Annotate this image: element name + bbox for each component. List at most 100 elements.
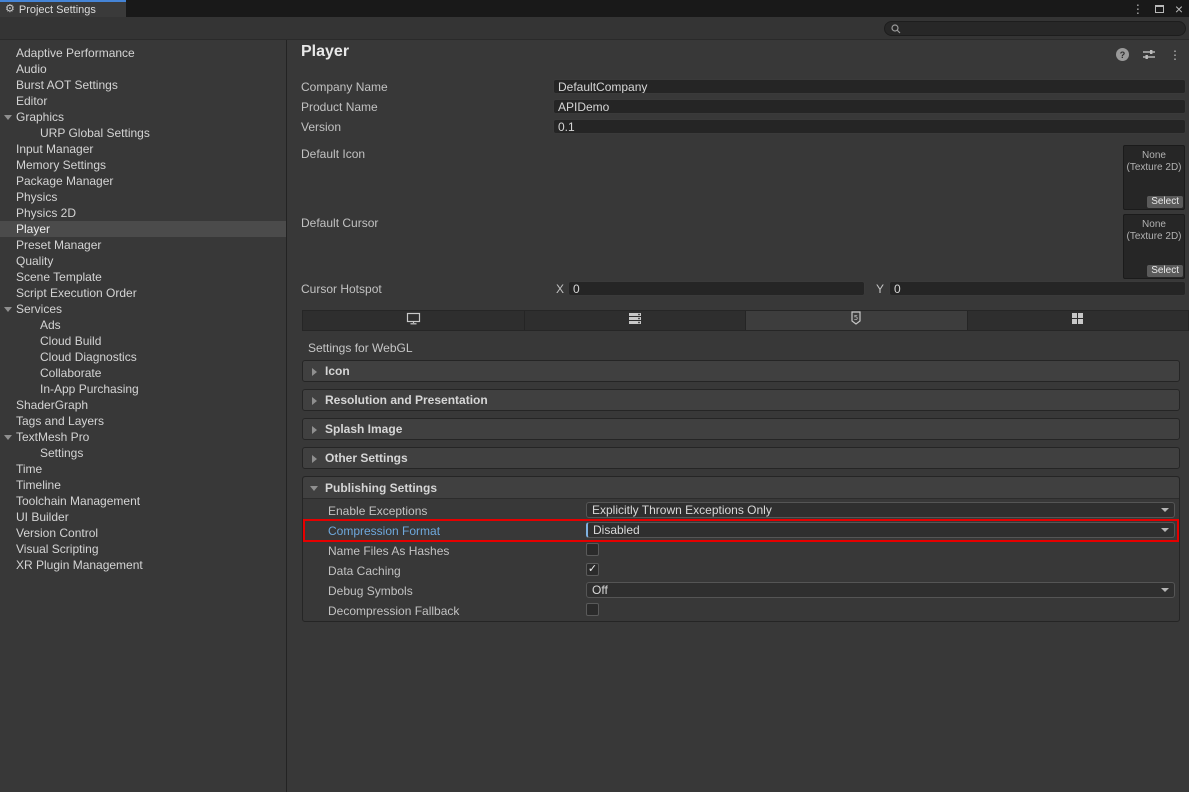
sidebar-item-label: Input Manager xyxy=(16,142,93,156)
tab-project-settings[interactable]: ⚙ Project Settings xyxy=(0,0,126,17)
section-header-icon[interactable]: Icon xyxy=(302,360,1180,382)
windows-icon xyxy=(1071,312,1084,330)
sidebar-item-input-manager[interactable]: Input Manager xyxy=(0,141,286,157)
dropdown-compression-format[interactable]: Disabled xyxy=(586,522,1175,538)
sidebar-item-settings[interactable]: Settings xyxy=(0,445,286,461)
sidebar-item-timeline[interactable]: Timeline xyxy=(0,477,286,493)
texture-value-line: (Texture 2D) xyxy=(1124,162,1184,174)
foldout-closed-icon xyxy=(312,368,317,376)
window-tab-label: Project Settings xyxy=(19,4,96,16)
sidebar-item-in-app-purchasing[interactable]: In-App Purchasing xyxy=(0,381,286,397)
sidebar-item-cloud-diagnostics[interactable]: Cloud Diagnostics xyxy=(0,349,286,365)
sidebar-item-ui-builder[interactable]: UI Builder xyxy=(0,509,286,525)
sidebar-item-package-manager[interactable]: Package Manager xyxy=(0,173,286,189)
field-row-company-name: Company Name xyxy=(288,79,1189,95)
sidebar-item-audio[interactable]: Audio xyxy=(0,61,286,77)
sidebar-item-services[interactable]: Services xyxy=(0,301,286,317)
sidebar-item-label: Ads xyxy=(40,318,61,332)
sidebar-item-label: Scene Template xyxy=(16,270,102,284)
section-header-publishing-settings[interactable]: Publishing Settings xyxy=(303,477,1179,499)
search-box[interactable] xyxy=(884,21,1186,36)
sidebar-item-visual-scripting[interactable]: Visual Scripting xyxy=(0,541,286,557)
sidebar-item-physics-2d[interactable]: Physics 2D xyxy=(0,205,286,221)
dropdown-debug-symbols[interactable]: Off xyxy=(586,582,1175,598)
sidebar-item-label: Memory Settings xyxy=(16,158,106,172)
default-icon-field[interactable]: None (Texture 2D) Select xyxy=(1123,145,1185,210)
setting-label-compression-format: Compression Format xyxy=(328,524,440,538)
sidebar-item-toolchain-management[interactable]: Toolchain Management xyxy=(0,493,286,509)
setting-row-decompression-fallback: Decompression Fallback xyxy=(303,601,1179,621)
sidebar-item-quality[interactable]: Quality xyxy=(0,253,286,269)
sidebar-item-cloud-build[interactable]: Cloud Build xyxy=(0,333,286,349)
sidebar-item-tags-and-layers[interactable]: Tags and Layers xyxy=(0,413,286,429)
sidebar-item-memory-settings[interactable]: Memory Settings xyxy=(0,157,286,173)
help-icon[interactable]: ? xyxy=(1116,48,1129,61)
sidebar-item-label: Tags and Layers xyxy=(16,414,104,428)
foldout-closed-icon xyxy=(312,426,317,434)
sidebar-item-version-control[interactable]: Version Control xyxy=(0,525,286,541)
setting-row-enable-exceptions: Enable ExceptionsExplicitly Thrown Excep… xyxy=(303,501,1179,521)
sidebar-item-label: In-App Purchasing xyxy=(40,382,139,396)
sidebar-item-label: Timeline xyxy=(16,478,61,492)
sidebar-item-time[interactable]: Time xyxy=(0,461,286,477)
window-menu-icon[interactable]: ⋮ xyxy=(1132,3,1144,15)
toolbar xyxy=(0,17,1189,40)
sidebar-item-textmesh-pro[interactable]: TextMesh Pro xyxy=(0,429,286,445)
close-icon[interactable]: × xyxy=(1175,2,1183,16)
sidebar-item-graphics[interactable]: Graphics xyxy=(0,109,286,125)
sidebar-item-label: Time xyxy=(16,462,42,476)
field-row-product-name: Product Name xyxy=(288,99,1189,115)
hotspot-x-input[interactable] xyxy=(568,281,865,296)
field-input-product-name[interactable] xyxy=(553,99,1186,114)
maximize-icon[interactable] xyxy=(1155,5,1164,13)
sidebar-item-label: URP Global Settings xyxy=(40,126,150,140)
platform-tab-windows-store[interactable] xyxy=(968,311,1189,330)
sidebar-item-burst-aot-settings[interactable]: Burst AOT Settings xyxy=(0,77,286,93)
sidebar-item-label: Graphics xyxy=(16,110,64,124)
sidebar-item-shadergraph[interactable]: ShaderGraph xyxy=(0,397,286,413)
sidebar-item-label: Audio xyxy=(16,62,47,76)
field-input-company-name[interactable] xyxy=(553,79,1186,94)
section-header-other-settings[interactable]: Other Settings xyxy=(302,447,1180,469)
sidebar-item-label: TextMesh Pro xyxy=(16,430,89,444)
sidebar-item-xr-plugin-management[interactable]: XR Plugin Management xyxy=(0,557,286,573)
section-publishing-settings: Publishing SettingsEnable ExceptionsExpl… xyxy=(302,476,1180,622)
monitor-icon xyxy=(406,312,421,330)
sidebar-item-script-execution-order[interactable]: Script Execution Order xyxy=(0,285,286,301)
panel-menu-icon[interactable]: ⋮ xyxy=(1169,49,1181,61)
section-title: Splash Image xyxy=(325,422,402,436)
sidebar-item-preset-manager[interactable]: Preset Manager xyxy=(0,237,286,253)
setting-row-data-caching: Data Caching ✓ xyxy=(303,561,1179,581)
dropdown-value: Disabled xyxy=(593,523,640,537)
hotspot-y-input[interactable] xyxy=(889,281,1186,296)
default-icon-select-button[interactable]: Select xyxy=(1147,196,1183,208)
search-input[interactable] xyxy=(905,23,1179,35)
section-header-splash-image[interactable]: Splash Image xyxy=(302,418,1180,440)
platform-tab-dedicated-server[interactable] xyxy=(525,311,747,330)
sidebar-item-player[interactable]: Player xyxy=(0,221,286,237)
sidebar-item-adaptive-performance[interactable]: Adaptive Performance xyxy=(0,45,286,61)
texture-value-line: None xyxy=(1124,219,1184,231)
field-input-version[interactable] xyxy=(553,119,1186,134)
presets-icon[interactable] xyxy=(1142,48,1156,61)
platform-tab-webgl[interactable]: 5 xyxy=(746,311,968,330)
sidebar-item-collaborate[interactable]: Collaborate xyxy=(0,365,286,381)
sidebar-item-physics[interactable]: Physics xyxy=(0,189,286,205)
setting-row-name-files-as-hashes: Name Files As Hashes xyxy=(303,541,1179,561)
checkbox-name-files-as-hashes[interactable] xyxy=(586,543,599,556)
checkbox-data-caching[interactable]: ✓ xyxy=(586,563,599,576)
checkbox-decompression-fallback[interactable] xyxy=(586,603,599,616)
default-cursor-field[interactable]: None (Texture 2D) Select xyxy=(1123,214,1185,279)
sidebar-item-label: Quality xyxy=(16,254,53,268)
sidebar-item-ads[interactable]: Ads xyxy=(0,317,286,333)
setting-label-data-caching: Data Caching xyxy=(328,564,401,578)
foldout-open-icon xyxy=(4,307,12,312)
sidebar-item-editor[interactable]: Editor xyxy=(0,93,286,109)
platform-tabbar: 5 xyxy=(302,310,1189,331)
section-header-resolution-and-presentation[interactable]: Resolution and Presentation xyxy=(302,389,1180,411)
default-cursor-select-button[interactable]: Select xyxy=(1147,265,1183,277)
platform-tab-standalone[interactable] xyxy=(303,311,525,330)
sidebar-item-scene-template[interactable]: Scene Template xyxy=(0,269,286,285)
sidebar-item-urp-global-settings[interactable]: URP Global Settings xyxy=(0,125,286,141)
dropdown-enable-exceptions[interactable]: Explicitly Thrown Exceptions Only xyxy=(586,502,1175,518)
